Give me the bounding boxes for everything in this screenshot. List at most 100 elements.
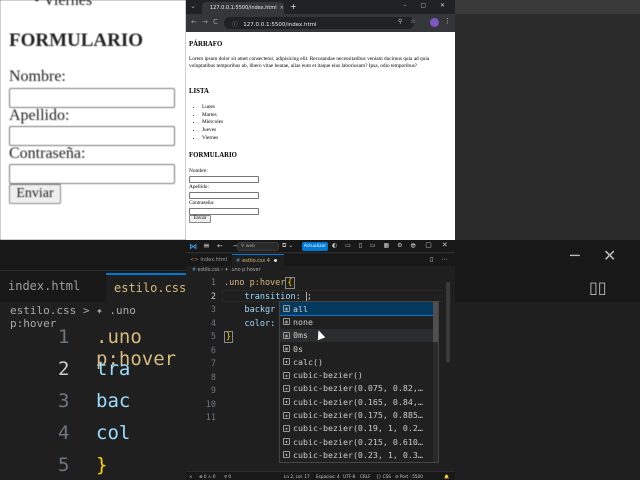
suggestion-label: cubic-bezier(0.23, 1, 0.3… bbox=[293, 449, 423, 460]
language-mode[interactable]: {} CSS bbox=[376, 474, 391, 479]
update-button[interactable]: Actualizar bbox=[302, 242, 328, 251]
live-server-port[interactable]: ⊘ Port : 5500 bbox=[395, 474, 423, 479]
vscode-titlebar: ⋈ ≡ ← → ⚲ web ⧉⌄ Actualizar ◐ ▭ ▯ ▭ ▦ ⚙ … bbox=[186, 240, 455, 253]
css-property-color: color: bbox=[244, 318, 276, 329]
suggestion-item[interactable]: ◈ calc() bbox=[280, 355, 438, 368]
suggestion-label: calc() bbox=[293, 356, 323, 367]
input-apellido[interactable] bbox=[189, 192, 259, 199]
background-button-enviar: Enviar bbox=[9, 184, 61, 204]
html-file-icon: <> bbox=[190, 257, 199, 263]
line-number: 7 bbox=[210, 359, 216, 369]
suggestion-item[interactable]: ◈ cubic-bezier(0.19, 1, 0.2… bbox=[280, 422, 438, 435]
new-tab-button[interactable]: + bbox=[290, 2, 297, 11]
css-property-background: backgr bbox=[244, 305, 276, 315]
suggestion-item[interactable]: ◈ cubic-bezier(0.175, 0.885… bbox=[280, 408, 438, 421]
browser-tab[interactable]: 127.0.0.1:5500/index.html × bbox=[202, 2, 284, 14]
list-item: Martes bbox=[202, 112, 223, 120]
bell-icon[interactable]: 🔔 bbox=[444, 474, 449, 480]
unsaved-dot-icon[interactable] bbox=[273, 259, 277, 262]
menu-icon[interactable]: ≡ bbox=[203, 241, 210, 250]
zoom-and-bookmark-icons[interactable]: ⚲ ☆ bbox=[398, 18, 419, 25]
browser-window: ⌄ 127.0.0.1:5500/index.html × + – ▢ ✕ ← … bbox=[186, 0, 455, 240]
tab-estilo-css[interactable]: # estilo.css 4 bbox=[232, 254, 284, 266]
search-text: web bbox=[245, 244, 256, 249]
suggestion-label: cubic-bezier(0.175, 0.885… bbox=[293, 410, 423, 421]
more-icon[interactable]: ⋮ bbox=[444, 17, 451, 25]
heading-parrafo: PÁRRAFO bbox=[189, 41, 223, 48]
close-tab-icon[interactable]: × bbox=[280, 5, 284, 11]
tab-search-icon[interactable]: ⌄ bbox=[190, 2, 196, 10]
background-page-zoom: • Viernes FORMULARIO Nombre: Apellido: C… bbox=[0, 0, 186, 240]
background-input-apellido bbox=[9, 126, 175, 146]
suggestion-scrollbar[interactable] bbox=[433, 302, 438, 462]
background-titlebar bbox=[0, 240, 186, 270]
encoding[interactable]: UTF-8 bbox=[343, 474, 355, 479]
back-icon[interactable]: ← bbox=[191, 18, 197, 26]
split-editor-icon[interactable]: ▯ ⋯ bbox=[430, 256, 450, 263]
line-number: 11 bbox=[205, 413, 216, 423]
address-bar[interactable]: ⓘ 127.0.0.1:5500/index.html bbox=[224, 17, 414, 29]
window-controls[interactable]: – ▢ ✕ bbox=[403, 2, 451, 9]
suggestion-label: cubic-bezier(0.075, 0.82,… bbox=[293, 383, 423, 394]
vscode-window: ⋈ ≡ ← → ⚲ web ⧉⌄ Actualizar ◐ ▭ ▯ ▭ ▦ ⚙ … bbox=[186, 240, 455, 480]
background-heading: FORMULARIO bbox=[9, 30, 144, 51]
background-input-contrasena bbox=[9, 164, 175, 184]
reload-icon[interactable]: C bbox=[213, 18, 218, 26]
breadcrumb-file[interactable]: estilo.css bbox=[198, 268, 220, 273]
forward-icon[interactable]: → bbox=[202, 18, 208, 26]
line-ending[interactable]: CRLF bbox=[360, 474, 371, 479]
minimize-icon: ─ bbox=[570, 246, 580, 265]
background-line-number: 4 bbox=[58, 422, 70, 444]
suggestion-item[interactable]: ▣ none bbox=[280, 315, 438, 328]
site-info-icon[interactable]: ⓘ bbox=[232, 22, 238, 28]
input-nombre[interactable] bbox=[189, 176, 259, 183]
line-number: 8 bbox=[210, 372, 216, 383]
suggestion-label: 0ms bbox=[293, 330, 308, 341]
value-icon: ▣ bbox=[283, 318, 290, 326]
copilot-icon[interactable]: ⧉⌄ bbox=[282, 242, 295, 250]
ports-status[interactable]: ⚲ 0 bbox=[224, 474, 231, 479]
suggestion-item[interactable]: ◈ cubic-bezier() bbox=[280, 369, 438, 382]
remote-icon[interactable]: ⨯ bbox=[189, 474, 193, 479]
suggestion-label: cubic-bezier(0.165, 0.84,… bbox=[293, 396, 423, 407]
input-contrasena[interactable] bbox=[189, 208, 259, 215]
suggestion-item[interactable]: ◈ cubic-bezier(0.23, 1, 0.3… bbox=[280, 448, 438, 461]
breadcrumb-symbol[interactable]: ✦ .uno p:hover bbox=[225, 268, 261, 273]
suggestion-label: none bbox=[293, 316, 313, 327]
list-item: Jueves bbox=[202, 127, 223, 135]
line-number: 5 bbox=[210, 332, 216, 342]
problems-status[interactable]: ⊗ 0 ⚠ 0 bbox=[199, 474, 216, 479]
layout-icons[interactable]: ◐ ▭ ▯ ▭ ▦ ⚙ ◍ bbox=[332, 242, 419, 249]
tab-label: estilo.css 4 bbox=[242, 257, 270, 264]
code-line-1: .uno p:hover{ bbox=[224, 277, 295, 289]
suggestion-widget[interactable]: ▣ all ▣ none ▣ 0ms ▣ 0s ◈ calc() ◈ cubic-bezie… bbox=[279, 301, 439, 463]
enviar-button[interactable]: Enviar bbox=[189, 215, 211, 223]
cursor-position[interactable]: Ln 2, col. 17 bbox=[284, 474, 310, 479]
function-icon: ◈ bbox=[283, 358, 290, 366]
profile-avatar[interactable] bbox=[430, 18, 439, 27]
heading-lista: LISTA bbox=[189, 88, 209, 95]
function-icon: ◈ bbox=[283, 451, 290, 459]
suggestion-item[interactable]: ◈ cubic-bezier(0.215, 0.610… bbox=[280, 435, 438, 448]
heading-formulario: FORMULARIO bbox=[189, 152, 237, 159]
window-controls[interactable]: ─▢✕ bbox=[411, 241, 455, 249]
suggestion-item[interactable]: ▣ all bbox=[280, 302, 438, 317]
list-item: Viernes bbox=[202, 135, 223, 143]
suggestion-item[interactable]: ◈ cubic-bezier(0.075, 0.82,… bbox=[280, 382, 438, 395]
indentation[interactable]: Espacios: 4 bbox=[316, 474, 340, 479]
tab-label: index.html bbox=[200, 257, 228, 263]
scrollbar-thumb[interactable] bbox=[446, 282, 450, 362]
tab-index-html[interactable]: <> index.html bbox=[186, 254, 232, 266]
code-line-2: transition: ; bbox=[224, 291, 312, 302]
background-list-item: • Viernes bbox=[34, 0, 93, 9]
background-tabs: index.html estilo.css bbox=[0, 270, 186, 303]
close-icon: ✕ bbox=[603, 246, 617, 265]
suggestion-item[interactable]: ▣ 0s bbox=[280, 342, 438, 355]
suggestion-item[interactable]: ▣ 0ms bbox=[280, 328, 438, 342]
suggestion-item[interactable]: ◈ cubic-bezier(0.165, 0.84,… bbox=[280, 395, 438, 408]
scrollbar-thumb[interactable] bbox=[433, 302, 438, 342]
editor-scrollbar[interactable] bbox=[444, 276, 450, 468]
suggestion-label: 0s bbox=[293, 343, 303, 354]
line-number: 4 bbox=[210, 318, 216, 329]
command-center-search[interactable]: ⚲ web bbox=[237, 242, 279, 251]
